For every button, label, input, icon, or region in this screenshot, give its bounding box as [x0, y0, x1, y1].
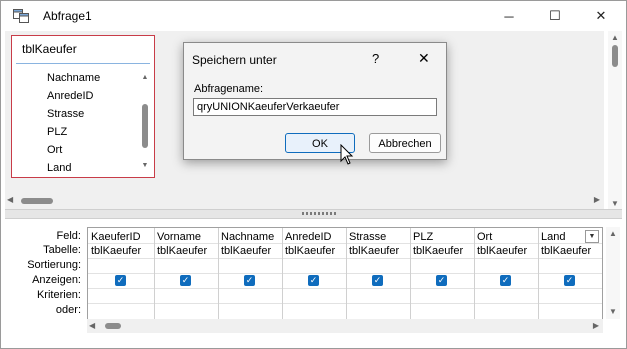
grid-column[interactable]: Strasse tblKaeufer ✓: [346, 228, 411, 319]
chevron-down-icon[interactable]: ▼: [585, 230, 599, 243]
checkmark-icon: ✓: [373, 275, 382, 285]
row-label-or: oder:: [55, 304, 81, 316]
grid-table-cell[interactable]: tblKaeufer: [541, 245, 591, 257]
checkmark-icon: ✓: [245, 275, 254, 285]
cancel-button[interactable]: Abbrechen: [369, 133, 441, 153]
design-area-vertical-scrollbar[interactable]: ▲ ▼: [608, 31, 622, 211]
grid-table-cell[interactable]: tblKaeufer: [413, 245, 463, 257]
checkmark-icon: ✓: [501, 275, 510, 285]
field-list-item[interactable]: AnredeID: [47, 90, 93, 102]
checkmark-icon: ✓: [437, 275, 446, 285]
field-list-separator: [16, 63, 150, 64]
field-list-item[interactable]: Land: [47, 162, 71, 174]
show-checkbox[interactable]: ✓: [180, 275, 191, 286]
grid-field-cell[interactable]: AnredeID: [285, 231, 331, 243]
scroll-down-icon[interactable]: ▼: [606, 307, 620, 317]
dialog-title: Speichern unter: [192, 53, 277, 67]
minimize-button[interactable]: ─: [486, 1, 532, 31]
grid-column[interactable]: Nachname tblKaeufer ✓: [218, 228, 283, 319]
grid-table-cell[interactable]: tblKaeufer: [349, 245, 399, 257]
show-checkbox[interactable]: ✓: [564, 275, 575, 286]
grid-column[interactable]: PLZ tblKaeufer ✓: [410, 228, 475, 319]
grid-field-cell[interactable]: Nachname: [221, 231, 274, 243]
field-list-item[interactable]: Strasse: [47, 108, 84, 120]
save-as-dialog: Speichern unter ? ✕ Abfragename: OK Abbr…: [183, 42, 447, 160]
design-area-horizontal-scrollbar[interactable]: ◀ ▶: [5, 193, 604, 207]
scroll-up-icon[interactable]: ▲: [141, 74, 149, 82]
scroll-left-icon[interactable]: ◀: [89, 321, 95, 330]
query-design-grid[interactable]: KaeuferID tblKaeufer ✓ Vorname tblKaeufe…: [87, 227, 603, 320]
mouse-pointer-icon: [340, 144, 354, 165]
table-field-list[interactable]: tblKaeufer Nachname AnredeID Strasse PLZ…: [11, 35, 155, 178]
grid-field-cell[interactable]: Vorname: [157, 231, 201, 243]
grid-table-cell[interactable]: tblKaeufer: [91, 245, 141, 257]
table-field-list-title[interactable]: tblKaeufer: [22, 42, 77, 56]
design-area-hscroll-thumb[interactable]: [21, 198, 53, 204]
grid-table-cell[interactable]: tblKaeufer: [221, 245, 271, 257]
window-title: Abfrage1: [43, 9, 92, 23]
grid-field-cell[interactable]: Ort: [477, 231, 492, 243]
query-design-icon: [13, 9, 29, 23]
grid-column[interactable]: Land ▼ tblKaeufer ✓: [538, 228, 601, 319]
field-list-scrollbar[interactable]: ▲ ▼: [141, 74, 149, 170]
grid-horizontal-scrollbar[interactable]: ◀ ▶: [87, 319, 603, 333]
grid-table-cell[interactable]: tblKaeufer: [285, 245, 335, 257]
field-list-item[interactable]: PLZ: [47, 126, 67, 138]
title-bar: Abfrage1 ─ ☐ ✕: [1, 1, 626, 31]
scroll-up-icon[interactable]: ▲: [608, 33, 622, 43]
grid-table-cell[interactable]: tblKaeufer: [477, 245, 527, 257]
close-icon: ✕: [595, 8, 607, 23]
checkmark-icon: ✓: [116, 275, 125, 285]
grid-field-cell[interactable]: PLZ: [413, 231, 433, 243]
grid-column[interactable]: Ort tblKaeufer ✓: [474, 228, 539, 319]
show-checkbox[interactable]: ✓: [244, 275, 255, 286]
row-label-field: Feld:: [56, 230, 81, 242]
help-button[interactable]: ?: [372, 51, 379, 66]
query-name-label: Abfragename:: [194, 83, 264, 95]
field-list-item[interactable]: Nachname: [47, 72, 100, 84]
query-name-input[interactable]: [193, 98, 437, 116]
maximize-icon: ☐: [549, 8, 561, 23]
pane-splitter[interactable]: [5, 209, 622, 219]
scroll-down-icon[interactable]: ▼: [608, 199, 622, 209]
grid-field-cell[interactable]: KaeuferID: [91, 231, 141, 243]
show-checkbox[interactable]: ✓: [436, 275, 447, 286]
design-area-scroll-thumb[interactable]: [612, 45, 618, 67]
show-checkbox[interactable]: ✓: [500, 275, 511, 286]
query-design-window: Abfrage1 ─ ☐ ✕ tblKaeufer Nachname Anred…: [0, 0, 627, 349]
grid-hscroll-thumb[interactable]: [105, 323, 121, 329]
checkmark-icon: ✓: [181, 275, 190, 285]
grid-field-cell[interactable]: Strasse: [349, 231, 386, 243]
show-checkbox[interactable]: ✓: [308, 275, 319, 286]
grid-column[interactable]: AnredeID tblKaeufer ✓: [282, 228, 347, 319]
maximize-button[interactable]: ☐: [532, 1, 578, 31]
dialog-close-icon[interactable]: ✕: [418, 50, 430, 67]
field-list-item[interactable]: Ort: [47, 144, 62, 156]
grid-column[interactable]: Vorname tblKaeufer ✓: [154, 228, 219, 319]
show-checkbox[interactable]: ✓: [115, 275, 126, 286]
scroll-right-icon[interactable]: ▶: [593, 321, 599, 330]
grid-field-cell[interactable]: Land: [541, 231, 565, 243]
grid-column[interactable]: KaeuferID tblKaeufer ✓: [88, 228, 155, 319]
row-label-show: Anzeigen:: [32, 274, 81, 286]
row-label-table: Tabelle:: [43, 244, 81, 256]
checkmark-icon: ✓: [309, 275, 318, 285]
row-label-criteria: Kriterien:: [36, 289, 81, 301]
grid-table-cell[interactable]: tblKaeufer: [157, 245, 207, 257]
grid-vertical-scrollbar[interactable]: ▲ ▼: [606, 227, 620, 319]
show-checkbox[interactable]: ✓: [372, 275, 383, 286]
close-button[interactable]: ✕: [578, 1, 624, 31]
scroll-down-icon[interactable]: ▼: [141, 162, 149, 170]
splitter-grip-icon[interactable]: [302, 212, 336, 215]
scroll-left-icon[interactable]: ◀: [7, 195, 13, 204]
scroll-up-icon[interactable]: ▲: [606, 229, 620, 239]
field-list-scroll-thumb[interactable]: [142, 104, 148, 148]
scroll-right-icon[interactable]: ▶: [594, 195, 600, 204]
row-label-sort: Sortierung:: [27, 259, 81, 271]
minimize-icon: ─: [504, 8, 514, 24]
checkmark-icon: ✓: [565, 275, 574, 285]
